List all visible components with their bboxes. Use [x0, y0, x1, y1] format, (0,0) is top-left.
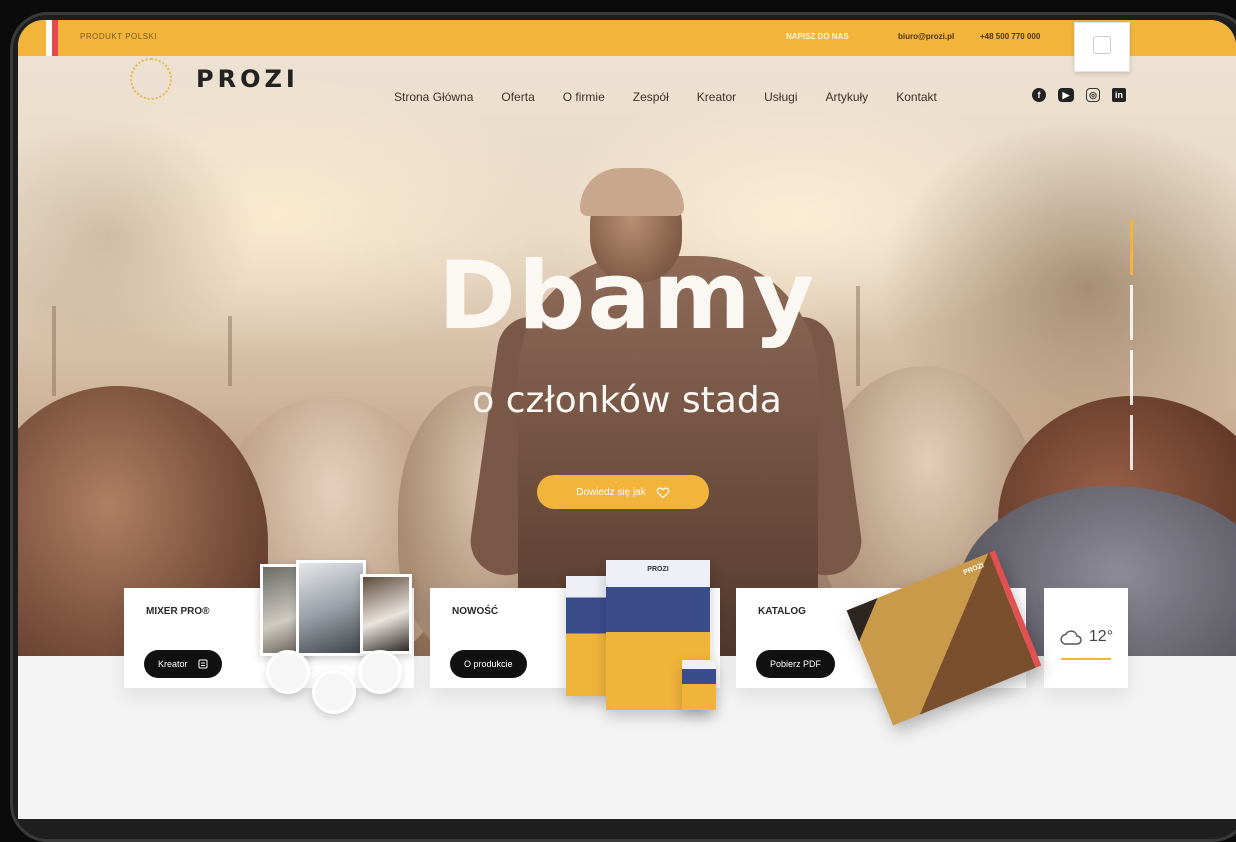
main-nav: Strona Główna Oferta O firmie Zespół Kre…: [394, 90, 937, 104]
feature-badge-icon: [312, 670, 356, 714]
pack-logo: PROZI: [647, 566, 669, 573]
nav-item-services[interactable]: Usługi: [764, 90, 797, 104]
slider-pagination: [1130, 220, 1134, 470]
cloud-icon: [1060, 630, 1082, 645]
mixer-photo-collage: [260, 560, 420, 660]
farmer-cap: [580, 168, 684, 216]
creator-button[interactable]: Kreator: [144, 650, 222, 678]
mixer-photo: [360, 574, 412, 654]
nav-item-team[interactable]: Zespół: [633, 90, 669, 104]
product-pack-image: [682, 660, 716, 710]
instagram-icon[interactable]: ◎: [1086, 88, 1100, 102]
slider-dot[interactable]: [1130, 285, 1133, 340]
slider-dot[interactable]: [1130, 350, 1133, 405]
weather-row: 12°: [1059, 628, 1113, 646]
made-in-poland-label: PRODUKT POLSKI: [80, 32, 158, 41]
feature-badge-icon: [266, 650, 310, 694]
facebook-icon[interactable]: f: [1032, 88, 1046, 102]
logo-mark-icon: [130, 58, 172, 100]
certificate-icon: [1093, 36, 1111, 54]
weather-widget[interactable]: 12°: [1044, 588, 1128, 688]
phone-link[interactable]: +48 500 770 000: [980, 32, 1040, 41]
nav-item-articles[interactable]: Artykuły: [826, 90, 869, 104]
nav-item-about[interactable]: O firmie: [563, 90, 605, 104]
youtube-icon[interactable]: ▶: [1058, 88, 1074, 102]
logo[interactable]: PROZI: [130, 58, 299, 100]
top-bar: PRODUKT POLSKI NAPISZ DO NAS biuro@prozi…: [18, 20, 1236, 56]
polish-flag-icon: [46, 20, 58, 56]
logo-text: PROZI: [196, 65, 299, 93]
contact-link[interactable]: NAPISZ DO NAS: [786, 32, 849, 41]
nav-item-offer[interactable]: Oferta: [501, 90, 534, 104]
hero-subheadline: o członków stada: [472, 380, 782, 421]
news-card-title: NOWOŚĆ: [452, 606, 499, 617]
certificate-badge[interactable]: [1074, 22, 1130, 72]
weather-temperature: 12°: [1088, 628, 1114, 645]
catalog-logo: PROZI: [962, 562, 985, 577]
learn-more-button[interactable]: Dowiedz się jak: [537, 475, 709, 509]
learn-more-label: Dowiedz się jak: [576, 486, 646, 498]
calculator-icon: [198, 659, 208, 669]
website-screen: PRODUKT POLSKI NAPISZ DO NAS biuro@prozi…: [18, 20, 1236, 819]
email-link[interactable]: biuro@prozi.pl: [898, 32, 954, 41]
slider-dot[interactable]: [1130, 220, 1133, 275]
slider-dot[interactable]: [1130, 415, 1133, 470]
download-pdf-button[interactable]: Pobierz PDF: [756, 650, 836, 678]
mixer-card-title: MIXER PRO®: [146, 606, 210, 617]
hero-headline: Dbamy: [438, 242, 816, 351]
about-product-button[interactable]: O produkcie: [450, 650, 527, 678]
nav-item-home[interactable]: Strona Główna: [394, 90, 473, 104]
social-links: f ▶ ◎ in: [1032, 88, 1126, 102]
nav-item-creator[interactable]: Kreator: [697, 90, 736, 104]
about-product-label: O produkcie: [464, 659, 513, 669]
download-pdf-label: Pobierz PDF: [770, 659, 822, 669]
creator-button-label: Kreator: [158, 659, 188, 669]
mixer-photo: [296, 560, 366, 656]
weather-accent-line: [1061, 658, 1111, 660]
catalog-card-title: KATALOG: [758, 606, 806, 617]
feature-badge-icon: [358, 650, 402, 694]
heart-icon: [656, 487, 670, 498]
linkedin-icon[interactable]: in: [1112, 88, 1126, 102]
nav-item-contact[interactable]: Kontakt: [896, 90, 937, 104]
